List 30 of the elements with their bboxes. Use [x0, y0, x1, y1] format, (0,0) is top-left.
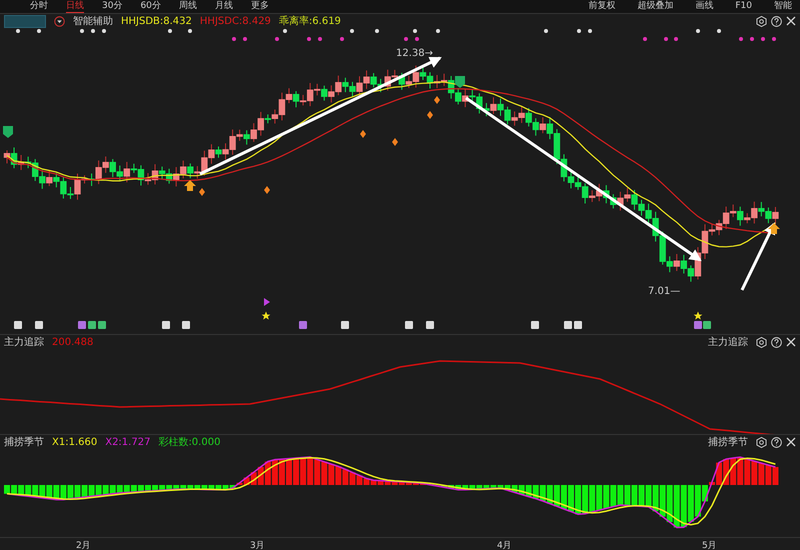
- period-tab[interactable]: 月线: [214, 0, 233, 13]
- indicator-title: 捕捞季节: [708, 436, 748, 449]
- toolbar-link[interactable]: 前复权: [588, 0, 616, 12]
- toolbar-link[interactable]: F10: [735, 0, 752, 12]
- indicator-value: HHJSDB:8.432: [121, 16, 192, 26]
- axis-label: 5月: [702, 540, 717, 550]
- period-tab[interactable]: 30分: [102, 0, 122, 13]
- axis-label: 2月: [76, 540, 91, 550]
- price-label: 7.01—: [648, 286, 680, 297]
- period-tab[interactable]: 日线: [66, 0, 84, 13]
- axis-label: 3月: [250, 540, 265, 550]
- toolbar-link[interactable]: 智能: [774, 0, 792, 12]
- toolbar-link[interactable]: 画线: [695, 0, 714, 12]
- axis-label: 4月: [497, 540, 512, 550]
- indicator-value: X2:1.727: [105, 436, 150, 448]
- indicator-value: 乖离率:6.619: [278, 14, 341, 28]
- indicator-value: 彩柱数:0.000: [158, 436, 220, 449]
- indicator-value: HHJSDC:8.429: [200, 16, 271, 26]
- indicator-value: X1:1.660: [52, 436, 98, 448]
- indicator-title: 主力追踪: [708, 336, 748, 349]
- period-tab[interactable]: 更多: [250, 0, 269, 13]
- toolbar-link[interactable]: 超级叠加: [637, 0, 674, 12]
- price-label: 12.38→: [396, 48, 434, 59]
- indicator-title: 智能辅助: [73, 14, 113, 28]
- indicator-title: 捕捞季节: [4, 436, 44, 449]
- period-tab[interactable]: 周线: [178, 0, 197, 13]
- period-tab[interactable]: 60分: [140, 0, 161, 13]
- indicator-value: 200.488: [52, 336, 94, 348]
- indicator-title: 主力追踪: [4, 336, 44, 349]
- period-tab[interactable]: 分时: [30, 0, 48, 13]
